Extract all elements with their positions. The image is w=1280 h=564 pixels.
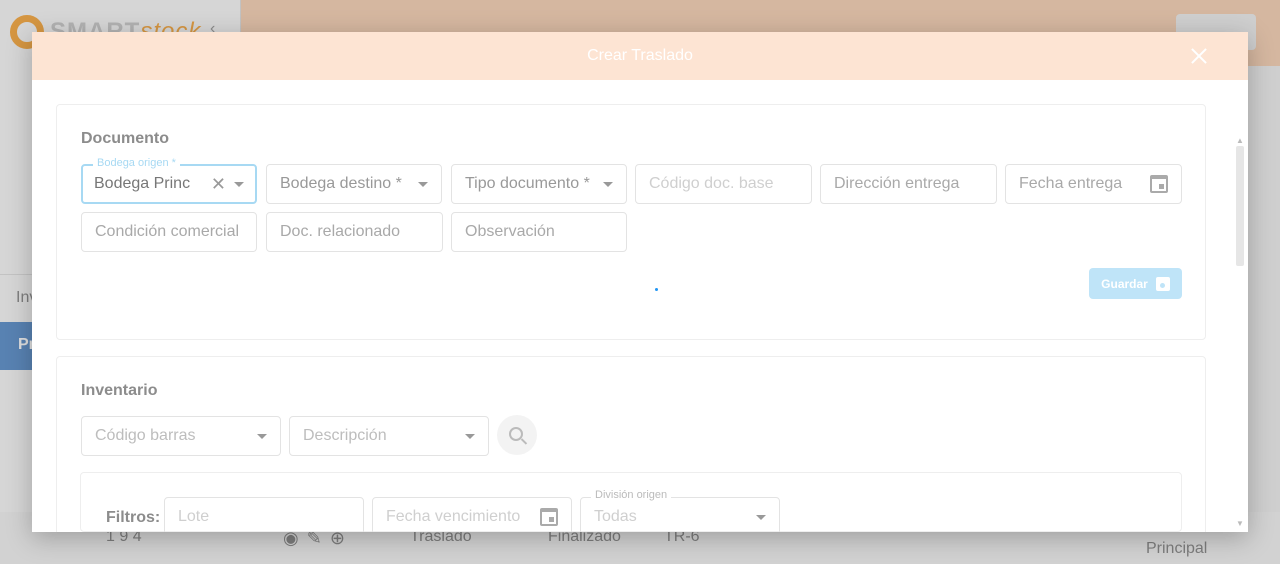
codigo-barras-placeholder: Código barras (95, 427, 196, 444)
chevron-down-icon[interactable] (418, 181, 428, 187)
bodega-origen-select[interactable]: Bodega origen * Bodega Princ ✕ (81, 157, 257, 204)
scroll-thumb[interactable] (1236, 146, 1244, 266)
codigo-doc-base-placeholder: Código doc. base (649, 175, 774, 192)
codigo-barras-select[interactable]: Código barras (81, 416, 281, 456)
bodega-destino-select[interactable]: Bodega destino * (266, 164, 442, 204)
search-icon (508, 426, 523, 441)
filters-label: Filtros: (106, 509, 161, 526)
dialog-body: ▲ ▼ Documento Bodega origen * Bodega Pri… (32, 80, 1248, 532)
scroll-down-icon[interactable]: ▼ (1236, 519, 1244, 528)
doc-relacionado-input[interactable]: Doc. relacionado (266, 212, 443, 252)
fecha-vencimiento-input[interactable]: Fecha vencimiento (372, 497, 572, 532)
condicion-comercial-placeholder: Condición comercial (95, 223, 240, 240)
division-origen-label: División origen (591, 489, 672, 501)
guardar-label: Guardar (1101, 276, 1148, 291)
scroll-up-icon[interactable]: ▲ (1236, 136, 1244, 145)
close-icon[interactable] (1188, 45, 1210, 67)
chevron-down-icon[interactable] (257, 433, 267, 439)
fecha-entrega-input[interactable]: Fecha entrega (1005, 164, 1182, 204)
division-origen-select[interactable]: División origen Todas (580, 489, 780, 532)
inventario-title: Inventario (81, 382, 158, 399)
fecha-entrega-placeholder: Fecha entrega (1019, 175, 1123, 192)
loading-spinner (655, 288, 658, 291)
tipo-documento-placeholder: Tipo documento * (465, 175, 590, 192)
clear-icon[interactable]: ✕ (211, 174, 226, 195)
descripcion-placeholder: Descripción (303, 427, 387, 444)
chevron-down-icon[interactable] (756, 514, 766, 520)
observacion-placeholder: Observación (465, 223, 555, 240)
dialog-header: Crear Traslado (32, 32, 1248, 80)
direccion-entrega-input[interactable]: Dirección entrega (820, 164, 997, 204)
descripcion-select[interactable]: Descripción (289, 416, 489, 456)
tipo-documento-select[interactable]: Tipo documento * (451, 164, 627, 204)
dialog-title: Crear Traslado (587, 47, 693, 64)
documento-title: Documento (81, 130, 169, 147)
calendar-icon[interactable] (1150, 175, 1168, 193)
search-button[interactable] (497, 415, 537, 455)
direccion-entrega-placeholder: Dirección entrega (834, 175, 960, 192)
condicion-comercial-input[interactable]: Condición comercial (81, 212, 257, 252)
crear-traslado-dialog: Crear Traslado ▲ ▼ Documento Bodega orig… (32, 32, 1248, 532)
codigo-doc-base-input[interactable]: Código doc. base (635, 164, 812, 204)
division-origen-value: Todas (594, 508, 637, 525)
chevron-down-icon[interactable] (465, 433, 475, 439)
chevron-down-icon[interactable] (603, 181, 613, 187)
calendar-icon[interactable] (540, 508, 558, 526)
dialog-scrollbar[interactable]: ▲ ▼ (1234, 136, 1246, 528)
lote-placeholder: Lote (178, 508, 210, 525)
doc-relacionado-placeholder: Doc. relacionado (280, 223, 401, 240)
guardar-button[interactable]: Guardar (1089, 268, 1182, 299)
fecha-vencimiento-placeholder: Fecha vencimiento (386, 508, 521, 525)
observacion-input[interactable]: Observación (451, 212, 627, 252)
bodega-origen-value: Bodega Princ (94, 175, 191, 192)
chevron-down-icon[interactable] (234, 181, 244, 187)
bodega-origen-label: Bodega origen * (93, 157, 180, 169)
save-icon (1155, 276, 1170, 291)
lote-input[interactable]: Lote (164, 497, 364, 532)
bodega-destino-placeholder: Bodega destino * (280, 175, 402, 192)
